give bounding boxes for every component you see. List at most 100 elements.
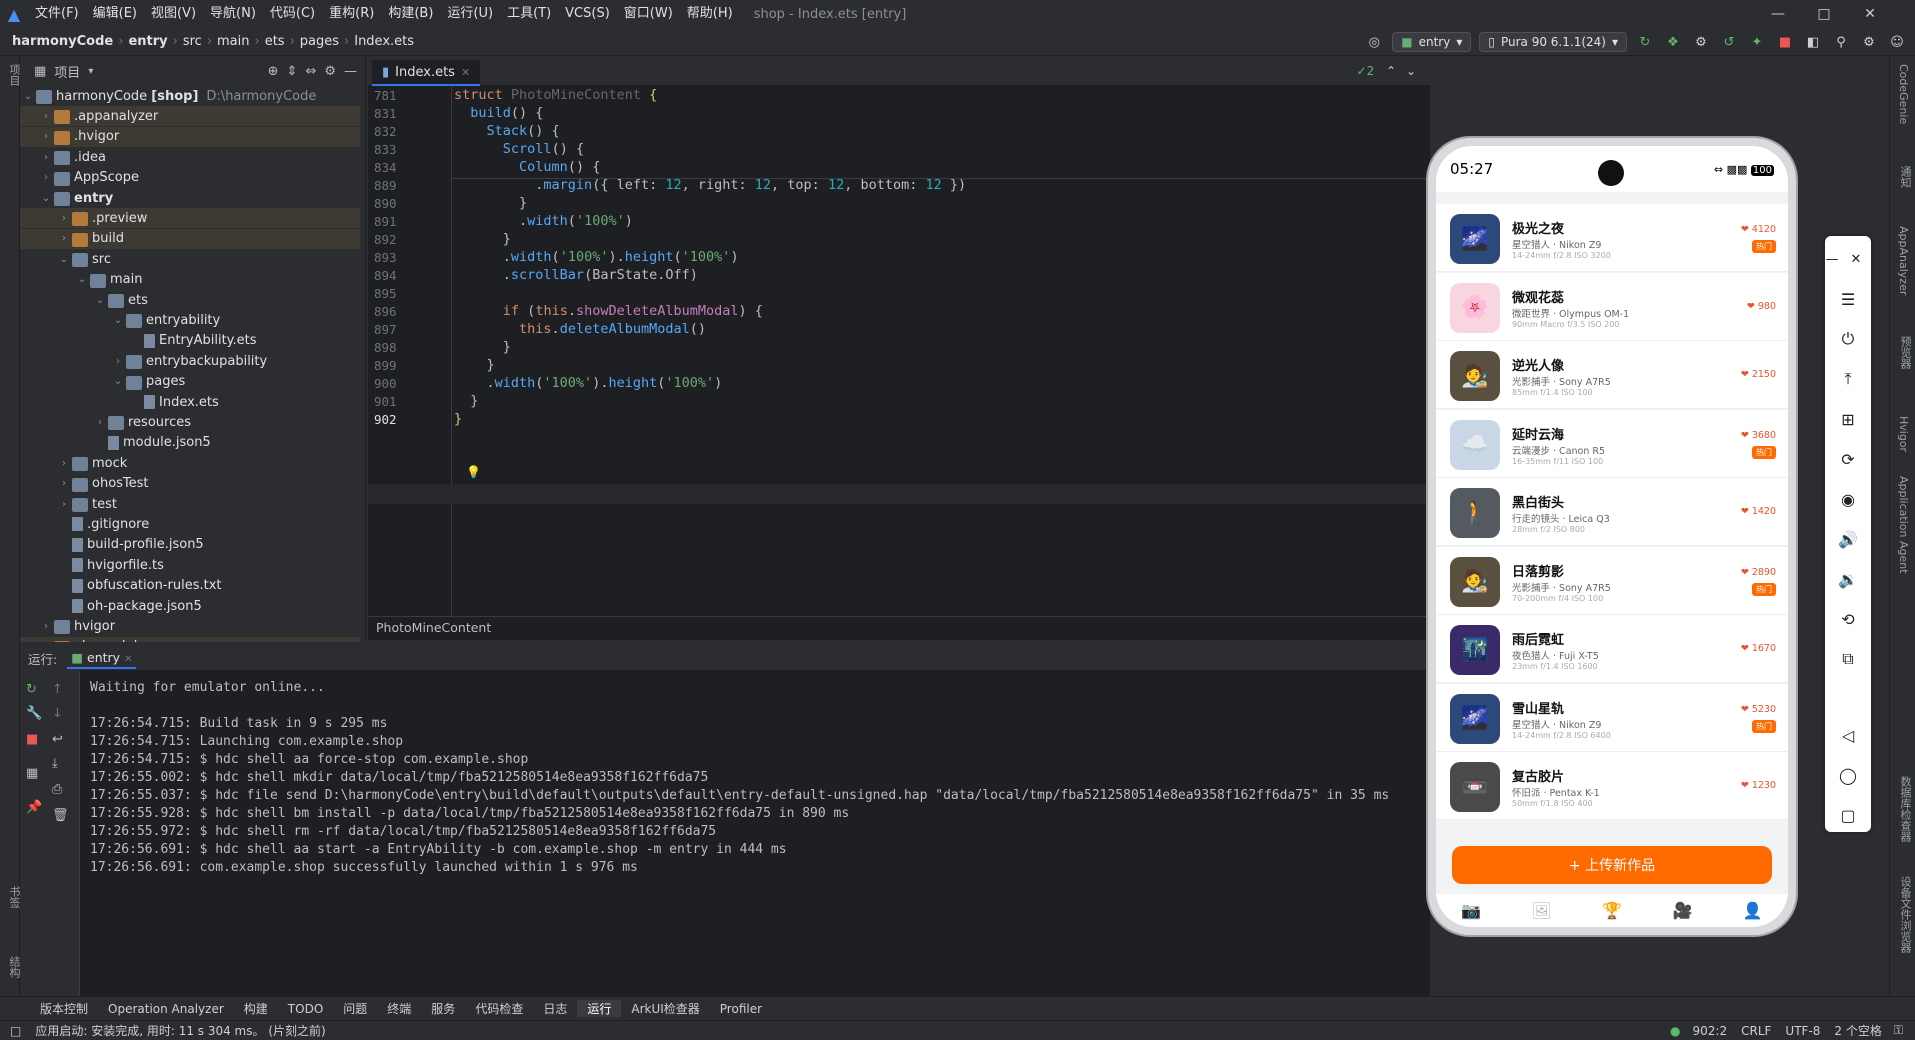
strip-label[interactable]: 预览器 — [1897, 336, 1913, 369]
record-icon[interactable]: ◉ — [1825, 484, 1871, 514]
strip-label[interactable]: Application Agent — [1897, 476, 1910, 574]
tree-row[interactable]: hvigorfile.ts — [20, 555, 360, 575]
close-icon[interactable]: ✕ — [1841, 244, 1871, 274]
strip-label[interactable]: CodeGenie — [1897, 64, 1910, 124]
chevron-down-icon[interactable]: ⌄ — [110, 315, 126, 326]
chevron-down-icon[interactable]: ⌄ — [38, 193, 54, 204]
crop-icon[interactable]: ⊞ — [1825, 404, 1871, 434]
expand-all-icon[interactable]: ⇕ — [287, 64, 298, 79]
tree-row[interactable]: › .idea — [20, 147, 360, 167]
tool-window-button[interactable]: Operation Analyzer — [98, 1002, 234, 1016]
tree-row[interactable]: obfuscation-rules.txt — [20, 576, 360, 596]
code-line[interactable]: .width('100%') — [454, 213, 633, 229]
scroll-end-icon[interactable]: ⤓ — [52, 756, 58, 771]
chevron-right-icon[interactable]: › — [38, 131, 54, 142]
menu-item[interactable]: 工具(T) — [500, 0, 558, 28]
account-icon[interactable]: ☺ — [1887, 32, 1907, 52]
tree-row[interactable]: › .appanalyzer — [20, 106, 360, 127]
tree-row[interactable]: › entrybackupability — [20, 351, 360, 371]
file-encoding[interactable]: UTF-8 — [1785, 1024, 1820, 1038]
tool-window-button[interactable]: 问题 — [333, 1000, 377, 1017]
like-count[interactable]: ❤ 1230 — [1741, 780, 1776, 791]
chevron-down-icon[interactable]: ▾ — [88, 66, 93, 77]
menu-item[interactable]: 窗口(W) — [617, 0, 680, 28]
code-line[interactable]: this.deleteAlbumModal() — [454, 321, 706, 337]
like-count[interactable]: ❤ 2890 — [1741, 567, 1776, 578]
tree-row[interactable]: EntryAbility.ets — [20, 331, 360, 351]
minimize-icon[interactable]: — — [1755, 0, 1801, 28]
code-line[interactable]: build() { — [454, 105, 543, 121]
recents-icon[interactable]: ▢ — [1825, 800, 1871, 830]
code-line[interactable]: } — [454, 339, 511, 355]
chevron-right-icon[interactable]: › — [38, 111, 54, 122]
tree-row[interactable]: ⌄ entryability — [20, 310, 360, 330]
chevron-right-icon[interactable]: › — [56, 499, 72, 510]
pin-icon[interactable]: 📌 — [26, 800, 42, 815]
power-icon[interactable]: ⏻ — [1825, 324, 1871, 354]
tool-window-button[interactable]: TODO — [278, 1002, 333, 1016]
code-line[interactable]: Stack() { — [454, 123, 560, 139]
attach-debugger-icon[interactable]: ⚙ — [1691, 32, 1711, 52]
chevron-right-icon[interactable]: › — [38, 172, 54, 183]
intention-bulb-icon[interactable]: 💡 — [466, 465, 481, 479]
menu-item[interactable]: 编辑(E) — [86, 0, 144, 28]
code-line[interactable]: .width('100%').height('100%') — [454, 375, 723, 391]
tree-row[interactable]: oh-package.json5 — [20, 596, 360, 616]
chevron-right-icon[interactable]: › — [38, 152, 54, 163]
photo-list-item[interactable]: 📼 复古胶片 怀旧派 · Pentax K-1 50mm f/1.8 ISO 400 ❤… — [1436, 752, 1788, 820]
run-tab-entry[interactable]: ■ entry ✕ — [67, 648, 137, 669]
photo-list-item[interactable]: 🌸 微观花蕊 微距世界 · Olympus OM-1 90mm Macro f/3.5… — [1436, 272, 1788, 341]
hide-panel-icon[interactable]: — — [344, 64, 357, 79]
strip-label[interactable]: 通知 — [1897, 166, 1913, 188]
like-count[interactable]: ❤ 1420 — [1741, 506, 1776, 517]
tree-row[interactable]: ⌄ pages — [20, 372, 360, 392]
arrow-up-icon[interactable]: ↑ — [52, 682, 63, 697]
back-icon[interactable]: ◁ — [1825, 720, 1871, 750]
like-count[interactable]: ❤ 980 — [1747, 301, 1776, 312]
strip-label[interactable]: 设备文件浏览器 — [1897, 876, 1913, 953]
locate-icon[interactable]: ⊕ — [268, 64, 279, 79]
chevron-down-icon[interactable]: ⌄ — [92, 295, 108, 306]
tool-window-button[interactable]: 终端 — [377, 1000, 421, 1017]
upload-button[interactable]: + 上传新作品 — [1452, 846, 1772, 884]
device-screen[interactable]: 05:27 ⇔ ▩▩ 100 🌌 极光之夜 星空猎人 · Nikon Z9 14-24… — [1436, 146, 1788, 927]
arrow-down-icon[interactable]: ↓ — [52, 706, 63, 721]
code-line[interactable]: } — [454, 231, 511, 247]
gear-icon[interactable]: ⚙ — [324, 64, 336, 79]
stop-icon[interactable]: ■ — [26, 732, 38, 747]
tool-window-button[interactable]: 版本控制 — [30, 1000, 98, 1017]
photo-list-item[interactable]: ☁️ 延时云海 云端漫步 · Canon R5 16-35mm f/11 ISO 10… — [1436, 409, 1788, 478]
like-count[interactable]: ❤ 2150 — [1741, 369, 1776, 380]
menu-item[interactable]: 运行(U) — [440, 0, 500, 28]
debug-icon[interactable]: ❖ — [1663, 32, 1683, 52]
wrench-icon[interactable]: 🔧 — [26, 706, 42, 721]
menu-item[interactable]: 导航(N) — [203, 0, 263, 28]
run-config-dropdown[interactable]: ■ entry ▾ — [1392, 32, 1472, 52]
breadcrumb-item[interactable]: main — [217, 34, 249, 49]
menu-item[interactable]: 构建(B) — [381, 0, 440, 28]
rerun-icon[interactable]: ↻ — [26, 682, 37, 697]
tool-window-button[interactable]: 服务 — [421, 1000, 465, 1017]
tree-row[interactable]: › .preview — [20, 208, 360, 229]
strip-label[interactable]: AppAnalyzer — [1897, 226, 1910, 295]
chevron-right-icon[interactable]: › — [92, 417, 108, 428]
breadcrumb-item[interactable]: src — [183, 34, 202, 49]
tab-index-ets[interactable]: ▮ Index.ets ✕ — [372, 60, 481, 86]
app-tab-icon[interactable]: 📷 — [1461, 901, 1481, 920]
run-console[interactable]: ↻ ↑ 🔧 ↓ ■ ↩ ⤓ ▦ ⎙ 📌 🗑 Waiting for emulat… — [20, 670, 1430, 996]
photo-list-item[interactable]: 🧑‍🎨 逆光人像 光影捕手 · Sony A7R5 85mm f/1.4 ISO 10… — [1436, 341, 1788, 409]
code-line[interactable]: .width('100%').height('100%') — [454, 249, 739, 265]
tree-row[interactable]: › hvigor — [20, 616, 360, 636]
photo-list-item[interactable]: 🌌 极光之夜 星空猎人 · Nikon Z9 14-24mm f/2.8 ISO 32… — [1436, 204, 1788, 272]
tree-row[interactable]: ⌄ entry — [20, 188, 360, 208]
screenshot-icon[interactable]: ⧉ — [1825, 644, 1871, 674]
code-line[interactable]: } — [454, 357, 495, 373]
settings-icon[interactable]: ⚙ — [1859, 32, 1879, 52]
photo-list-item[interactable]: 🌃 雨后霓虹 夜色猎人 · Fuji X-T5 23mm f/1.4 ISO 1600… — [1436, 615, 1788, 683]
volume-down-icon[interactable]: 🔉 — [1825, 564, 1871, 594]
code-editor[interactable]: 781 831 832 833 834 889 890 891 892 893 894 895 896 8… — [368, 86, 1430, 616]
close-icon[interactable]: ✕ — [1847, 0, 1893, 28]
editor-breadcrumb[interactable]: PhotoMineContent — [368, 616, 1430, 640]
device-dropdown[interactable]: ▯ Pura 90 6.1.1(24) ▾ — [1479, 32, 1627, 52]
soft-wrap-icon[interactable]: ↩ — [52, 732, 63, 747]
